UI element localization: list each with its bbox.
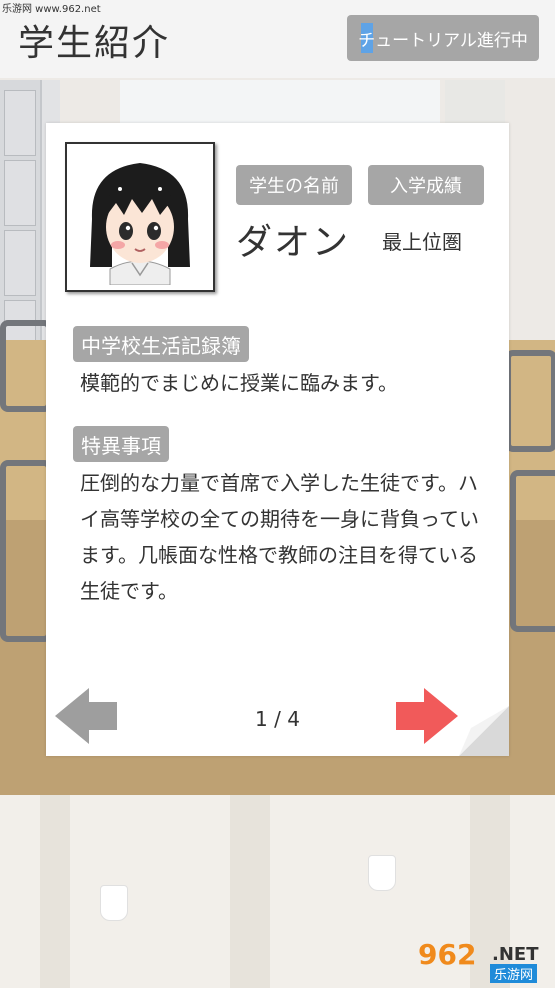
student-grade: 最上位圏 [382,230,462,254]
right-arrow-icon [396,688,458,744]
next-button[interactable] [396,688,458,748]
student-card: 学生の名前 入学成績 ダオン 最上位圏 中学校生活記録簿 模範的でまじめに授業に… [46,123,509,756]
section-label-special: 特異事項 [73,426,169,462]
top-bar: 乐游网 www.962.net 学生紹介 チュートリアル進行中 [0,0,555,78]
tutorial-button[interactable]: チュートリアル進行中 [347,15,539,61]
section-text-record: 模範的でまじめに授業に臨みます。 [80,371,398,395]
section-label-record: 中学校生活記録簿 [73,326,249,362]
student-portrait [65,142,215,292]
student-avatar-icon [72,149,208,285]
section-text-special: 圧倒的な力量で首席で入学した生徒です。ハイ高等学校の全ての期待を一身に背負ってい… [80,471,479,603]
tutorial-button-label: チュートリアル進行中 [358,30,528,51]
grade-label: 入学成績 [368,165,484,205]
name-label: 学生の名前 [236,165,352,205]
watermark-text: 乐游网 www.962.net [2,4,101,15]
logo-number: 962 [418,938,477,971]
page-curl-icon [459,706,509,756]
page-title: 学生紹介 [18,23,171,64]
site-logo: 962 .NET 乐游网 [412,938,552,984]
student-name: ダオン [236,222,351,263]
logo-subtitle: 乐游网 [490,964,538,983]
logo-suffix: .NET [492,944,539,965]
